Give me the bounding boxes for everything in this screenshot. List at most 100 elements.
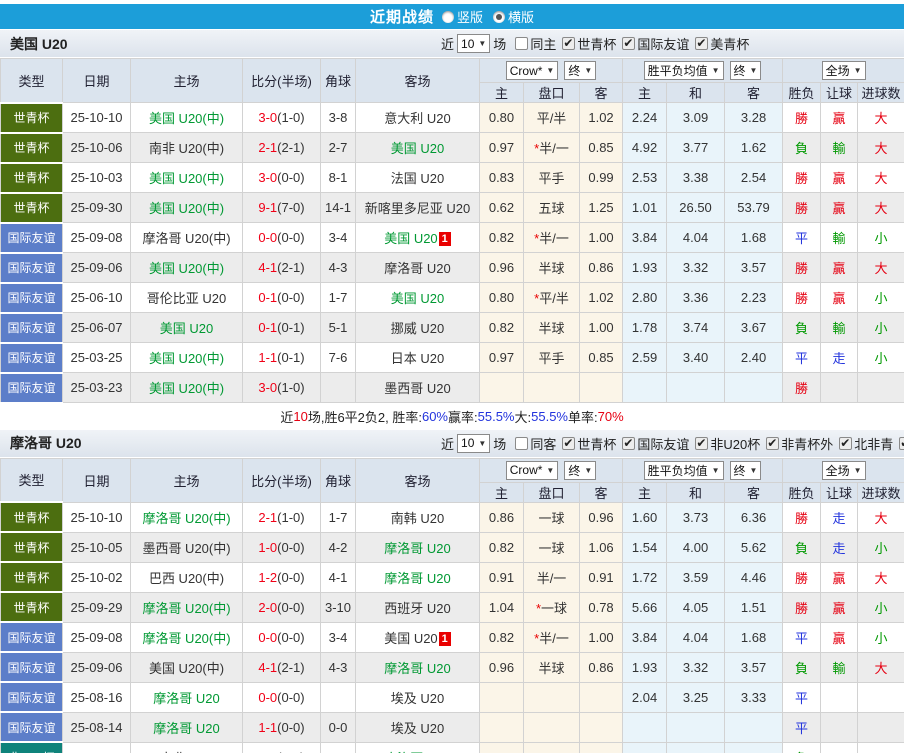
view-mode-radio[interactable]: 竖版: [441, 7, 483, 26]
checkbox-icon[interactable]: [515, 37, 529, 50]
filter-option[interactable]: 土伦杯: [893, 434, 904, 453]
odds-home-cell: 0.82: [479, 222, 524, 253]
score-cell: 0-1(0-1): [242, 312, 321, 343]
team-section-usa-u20: 美国 U20 近 10 场 同主世青杯国际友谊美青杯 类型 日期 主场 比分(半…: [0, 30, 904, 430]
checkbox-icon[interactable]: [562, 36, 576, 50]
score-cell: 1-1(0-0): [242, 711, 321, 743]
final-odds-select[interactable]: 终: [564, 460, 597, 480]
handicap-cell: 半球: [523, 651, 580, 683]
away-team-cell: 美国 U20 1: [355, 222, 480, 253]
odds-source-select[interactable]: Crow*: [505, 61, 559, 80]
scope-select[interactable]: 全场: [821, 460, 866, 480]
final-mean-select[interactable]: 终: [729, 460, 762, 480]
handicap-cell: [523, 711, 580, 743]
score-cell: 2-1(2-1): [242, 132, 321, 163]
goals-result-cell: 大: [857, 651, 904, 683]
filter-option[interactable]: 同客: [509, 434, 556, 453]
radio-icon[interactable]: [493, 10, 505, 23]
match-type-cell: 世青杯: [0, 191, 63, 224]
away-team-name: 意大利 U20: [384, 111, 451, 126]
col-result: 胜负: [782, 82, 822, 103]
filter-option[interactable]: 国际友谊: [616, 34, 689, 53]
odds-home-cell: 0.96: [479, 252, 524, 283]
odds-away-cell: [578, 372, 624, 403]
odds-away-cell: 1.00: [578, 222, 624, 253]
half-score: (0-0): [277, 750, 304, 753]
filter-option[interactable]: 北非青: [833, 434, 893, 453]
odds-home-cell: 0.91: [479, 561, 524, 593]
score-cell: 0-0(0-0): [242, 222, 321, 253]
date-cell: 25-10-06: [62, 132, 131, 163]
mean-select[interactable]: 胜平负均值: [643, 61, 724, 80]
filter-option[interactable]: 国际友谊: [616, 434, 689, 453]
match-count-select[interactable]: 10: [457, 34, 491, 53]
summary-part: 70%: [597, 409, 624, 424]
away-team-name: 美国 U20: [384, 231, 438, 246]
col-odds-home: 主: [479, 82, 524, 103]
score-cell: 3-0(1-0): [242, 102, 321, 133]
checkbox-icon[interactable]: [766, 436, 780, 450]
away-team-name: 摩洛哥 U20: [384, 540, 451, 556]
full-score: 0-0: [258, 230, 278, 245]
result-cell: 負: [782, 531, 822, 563]
mean-home-cell: 4.92: [622, 132, 668, 163]
goals-result-cell: [857, 711, 904, 743]
col-away: 客场: [355, 457, 480, 503]
view-mode-radio[interactable]: 横版: [493, 7, 534, 26]
date-cell: 25-10-03: [62, 162, 131, 193]
match-type-cell: 世青杯: [0, 501, 63, 533]
checkbox-icon[interactable]: [622, 36, 636, 50]
scope-select[interactable]: 全场: [821, 61, 866, 80]
mean-draw-cell: 4.04: [666, 222, 726, 253]
away-team-name: 南韩 U20: [390, 510, 445, 526]
filter-option[interactable]: 世青杯: [556, 34, 616, 53]
checkbox-icon[interactable]: [899, 436, 904, 450]
home-team-cell: 美国 U20: [130, 312, 243, 343]
mean-draw-cell: 3.73: [666, 501, 726, 533]
odds-away-cell: 0.99: [578, 162, 624, 193]
checkbox-icon[interactable]: [622, 436, 636, 450]
filter-option[interactable]: 世青杯: [556, 434, 616, 453]
filter-option[interactable]: 非U20杯: [689, 434, 760, 453]
filter-option[interactable]: 同主: [509, 34, 556, 53]
summary-line: 近 10 场,胜6平2负2, 胜率: 60% 赢率: 55.5% 大: 55.5% 单率:…: [0, 403, 904, 430]
goals-result-cell: 小: [857, 312, 904, 343]
col-handicap: 盘口: [523, 481, 580, 503]
table-row: 世青杯 25-10-06 南非 U20(中) 2-1(2-1) 2-7 美国 U20 0.9…: [0, 131, 904, 164]
mean-select[interactable]: 胜平负均值: [643, 460, 724, 480]
odds-home-cell: [479, 372, 524, 403]
goals-result-cell: 大: [857, 102, 904, 133]
filter-option[interactable]: 非青杯外: [760, 434, 833, 453]
home-team-cell: 南非 U20: [130, 741, 243, 753]
half-score: (0-0): [277, 719, 305, 735]
checkbox-icon[interactable]: [562, 436, 576, 450]
filter-bar: 近 10 场 同主 世青杯 国际友谊 美青杯: [438, 34, 749, 53]
matches-table: 类型 日期 主场 比分(半场) 角球 客场 Crow*终 胜平负均值终 全场 主…: [0, 457, 904, 753]
near-label: 近: [441, 436, 455, 452]
summary-part: 赢率:: [448, 410, 478, 425]
handicap-result-cell: [820, 711, 859, 743]
filter-bar: 近 10 场 同客世青杯国际友谊非U20杯非青杯外北非青土伦杯阿拉杯U20: [438, 433, 904, 453]
odds-source-select[interactable]: Crow*: [505, 460, 559, 480]
final-mean-select[interactable]: 终: [729, 61, 762, 80]
checkbox-icon[interactable]: [695, 436, 709, 450]
score-cell: 1-0(0-0): [242, 531, 321, 563]
mean-away-cell: 2.54: [724, 162, 784, 193]
radio-icon[interactable]: [441, 10, 454, 23]
checkbox-icon[interactable]: [695, 36, 709, 50]
mean-draw-cell: 26.50: [666, 192, 726, 223]
checkbox-icon[interactable]: [839, 436, 853, 450]
score-cell: 0-1(0-0): [242, 282, 321, 313]
checkbox-icon[interactable]: [515, 436, 529, 450]
match-type-cell: 世青杯: [0, 131, 63, 164]
match-count-select[interactable]: 10: [457, 433, 491, 453]
filter-option[interactable]: 美青杯: [689, 34, 749, 53]
match-type-cell: 国际友谊: [0, 621, 63, 653]
odds-home-cell: 0.97: [479, 132, 524, 163]
final-odds-select[interactable]: 终: [564, 61, 597, 80]
handicap-result-cell: 贏: [820, 561, 859, 593]
half-score: (2-1): [277, 659, 305, 675]
handicap-result-cell: 輸: [820, 312, 859, 343]
mean-away-cell: 1.68: [724, 621, 784, 653]
away-team-cell: 南韩 U20: [355, 501, 480, 533]
